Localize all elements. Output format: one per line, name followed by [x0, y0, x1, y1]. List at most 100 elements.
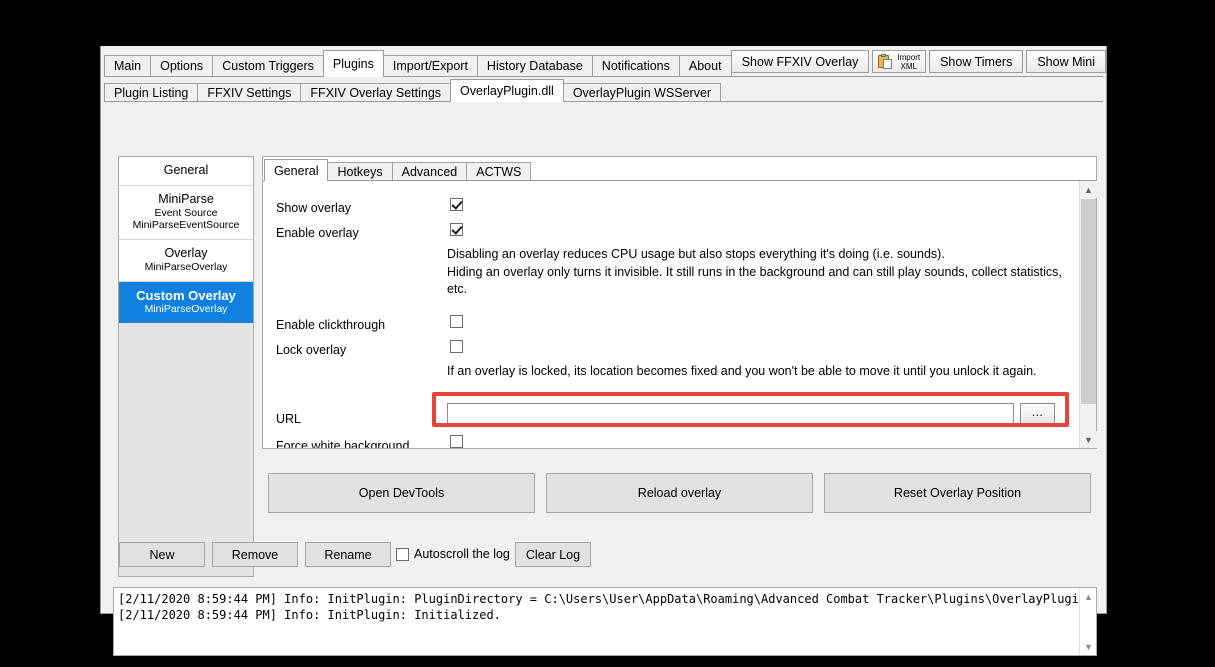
- show-overlay-label: Show overlay: [276, 201, 351, 215]
- overlay-settings-panel: General Hotkeys Advanced ACTWS Show over…: [262, 156, 1097, 449]
- tab-main[interactable]: Main: [104, 55, 151, 77]
- settings-tab-actws-label: ACTWS: [476, 165, 521, 179]
- show-mini-label: Show Mini: [1037, 55, 1095, 69]
- overlay-desc-line2: Hiding an overlay only turns it invisibl…: [447, 265, 1062, 279]
- new-label: New: [149, 548, 174, 562]
- subtabstrip-divider: [104, 101, 1103, 102]
- overlay-desc-line3: etc.: [447, 282, 467, 296]
- import-xml-line1: Import: [897, 53, 920, 62]
- clear-log-label: Clear Log: [526, 548, 580, 562]
- subtab-overlayplugin-dll[interactable]: OverlayPlugin.dll: [450, 79, 564, 102]
- act-main-window: Main Options Custom Triggers Plugins Imp…: [100, 46, 1107, 614]
- url-browse-button[interactable]: ...: [1020, 403, 1055, 426]
- tab-notifications[interactable]: Notifications: [592, 55, 680, 77]
- overlay-list-sidebar[interactable]: General MiniParse Event Source MiniParse…: [118, 156, 254, 577]
- subtab-plugin-listing[interactable]: Plugin Listing: [104, 83, 198, 102]
- plugin-subtabstrip: Plugin Listing FFXIV Settings FFXIV Over…: [101, 77, 1106, 103]
- open-devtools-label: Open DevTools: [359, 486, 444, 500]
- tab-history-database-label: History Database: [487, 60, 583, 73]
- overlay-desc-line1: Disabling an overlay reduces CPU usage b…: [447, 247, 945, 261]
- overlay-description: Disabling an overlay reduces CPU usage b…: [447, 246, 1067, 299]
- sidebar-item-overlay[interactable]: Overlay MiniParseOverlay: [119, 240, 253, 282]
- autoscroll-log-checkbox[interactable]: [396, 548, 409, 561]
- show-timers-button[interactable]: Show Timers: [929, 50, 1023, 73]
- tab-options[interactable]: Options: [150, 55, 213, 77]
- reset-overlay-position-button[interactable]: Reset Overlay Position: [824, 473, 1091, 513]
- tab-plugins-label: Plugins: [333, 58, 374, 71]
- open-devtools-button[interactable]: Open DevTools: [268, 473, 535, 513]
- tab-custom-triggers-label: Custom Triggers: [222, 60, 314, 73]
- clipboard-icon: [878, 54, 893, 69]
- show-ffxiv-overlay-button[interactable]: Show FFXIV Overlay: [731, 50, 870, 73]
- log-line-1: [2/11/2020 8:59:44 PM] Info: InitPlugin:…: [118, 591, 1086, 607]
- tab-import-export-label: Import/Export: [393, 60, 468, 73]
- url-label: URL: [276, 412, 301, 426]
- tab-custom-triggers[interactable]: Custom Triggers: [212, 55, 324, 77]
- sidebar-item-general-title: General: [121, 163, 251, 178]
- subtab-ffxiv-settings-label: FFXIV Settings: [207, 86, 291, 100]
- sidebar-item-general[interactable]: General: [119, 157, 253, 186]
- subtab-overlayplugin-dll-label: OverlayPlugin.dll: [460, 84, 554, 98]
- show-ffxiv-overlay-label: Show FFXIV Overlay: [742, 55, 859, 69]
- sidebar-item-custom-overlay-sub2: MiniParseOverlay: [121, 303, 251, 316]
- settings-tab-hotkeys[interactable]: Hotkeys: [327, 162, 392, 181]
- sidebar-item-overlay-title: Overlay: [121, 246, 251, 261]
- scroll-up-icon[interactable]: ▲: [1080, 181, 1097, 198]
- remove-label: Remove: [232, 548, 279, 562]
- reload-overlay-label: Reload overlay: [638, 486, 721, 500]
- import-xml-line2: XML: [901, 62, 917, 71]
- sidebar-item-overlay-sub2: MiniParseOverlay: [121, 261, 251, 274]
- main-tab-list: Main Options Custom Triggers Plugins Imp…: [104, 50, 731, 77]
- reload-overlay-button[interactable]: Reload overlay: [546, 473, 813, 513]
- enable-overlay-checkbox[interactable]: [450, 223, 463, 236]
- show-mini-button[interactable]: Show Mini: [1026, 50, 1106, 73]
- enable-clickthrough-checkbox[interactable]: [450, 315, 463, 328]
- force-white-background-checkbox[interactable]: [450, 435, 463, 448]
- rename-button[interactable]: Rename: [305, 542, 391, 567]
- sidebar-item-miniparse[interactable]: MiniParse Event Source MiniParseEventSou…: [119, 186, 253, 240]
- tab-options-label: Options: [160, 60, 203, 73]
- new-button[interactable]: New: [119, 542, 205, 567]
- import-xml-button[interactable]: Import XML: [872, 50, 926, 73]
- subtab-ffxiv-overlay-settings-label: FFXIV Overlay Settings: [310, 86, 441, 100]
- settings-tab-actws[interactable]: ACTWS: [466, 162, 531, 181]
- log-line-2: [2/11/2020 8:59:44 PM] Info: InitPlugin:…: [118, 607, 501, 623]
- lock-overlay-checkbox[interactable]: [450, 340, 463, 353]
- url-browse-label: ...: [1032, 405, 1044, 419]
- plugin-log-box[interactable]: [2/11/2020 8:59:44 PM] Info: InitPlugin:…: [113, 587, 1097, 656]
- force-white-background-label: Force white background: [276, 439, 409, 448]
- import-xml-label: Import XML: [897, 53, 920, 71]
- remove-button[interactable]: Remove: [212, 542, 298, 567]
- settings-tab-advanced[interactable]: Advanced: [392, 162, 468, 181]
- tab-plugins[interactable]: Plugins: [323, 50, 384, 77]
- log-scroll-up-icon[interactable]: ▲: [1080, 588, 1097, 605]
- settings-tab-general-label: General: [274, 164, 318, 178]
- subtab-overlayplugin-wsserver[interactable]: OverlayPlugin WSServer: [563, 83, 721, 102]
- subtab-ffxiv-overlay-settings[interactable]: FFXIV Overlay Settings: [300, 83, 451, 102]
- settings-tab-general[interactable]: General: [264, 159, 328, 181]
- url-input[interactable]: [447, 403, 1014, 426]
- tab-history-database[interactable]: History Database: [477, 55, 593, 77]
- log-scrollbar[interactable]: ▲ ▼: [1079, 588, 1096, 655]
- settings-tab-hotkeys-label: Hotkeys: [337, 165, 382, 179]
- settings-tab-advanced-label: Advanced: [402, 165, 458, 179]
- scroll-down-icon[interactable]: ▼: [1080, 431, 1097, 448]
- sidebar-item-custom-overlay-title: Custom Overlay: [121, 288, 251, 303]
- tab-import-export[interactable]: Import/Export: [383, 55, 478, 77]
- sidebar-item-miniparse-sub2: MiniParseEventSource: [121, 219, 251, 232]
- subtab-overlayplugin-wsserver-label: OverlayPlugin WSServer: [573, 86, 711, 100]
- lock-overlay-description: If an overlay is locked, its location be…: [447, 363, 1087, 381]
- reset-overlay-position-label: Reset Overlay Position: [894, 486, 1021, 500]
- log-scroll-down-icon[interactable]: ▼: [1080, 638, 1097, 655]
- lock-overlay-label: Lock overlay: [276, 343, 346, 357]
- tab-about[interactable]: About: [679, 55, 732, 77]
- rename-label: Rename: [324, 548, 371, 562]
- settings-scrollbar[interactable]: ▲ ▼: [1079, 181, 1096, 448]
- clear-log-button[interactable]: Clear Log: [515, 542, 591, 567]
- enable-overlay-label: Enable overlay: [276, 226, 359, 240]
- settings-scroll-thumb[interactable]: [1081, 199, 1096, 404]
- show-overlay-checkbox[interactable]: [450, 198, 463, 211]
- subtab-ffxiv-settings[interactable]: FFXIV Settings: [197, 83, 301, 102]
- main-tabstrip: Main Options Custom Triggers Plugins Imp…: [101, 46, 1106, 77]
- sidebar-item-custom-overlay[interactable]: Custom Overlay MiniParseOverlay: [119, 282, 253, 323]
